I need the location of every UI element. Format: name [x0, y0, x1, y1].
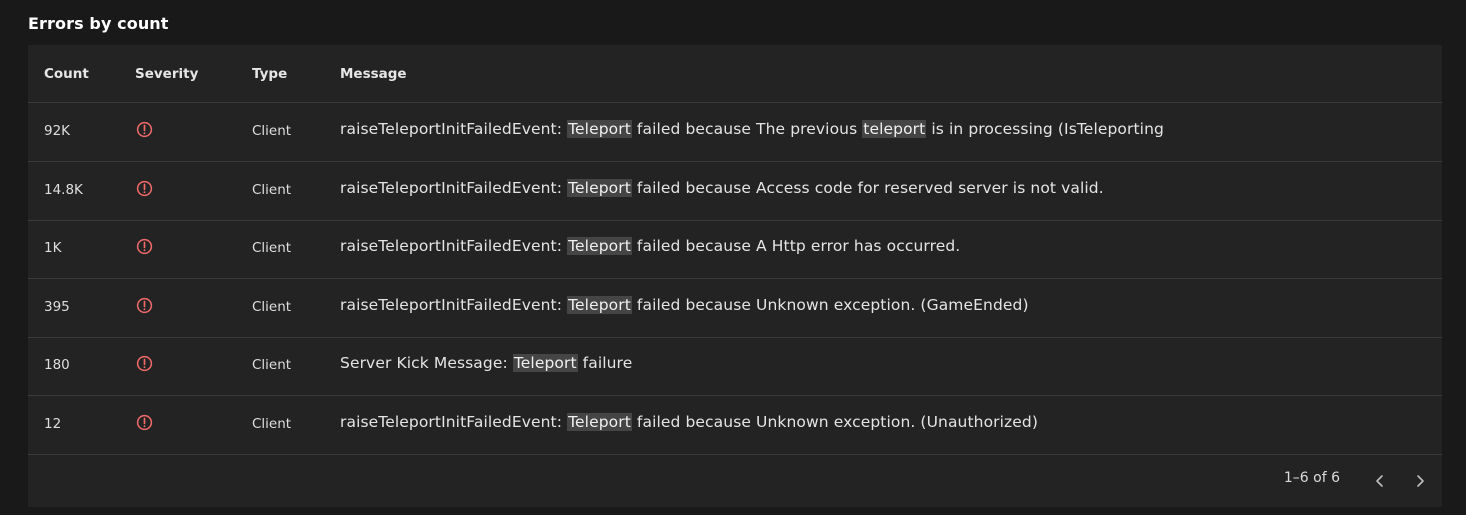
- search-highlight: Teleport: [512, 354, 578, 373]
- error-type: Client: [252, 357, 292, 374]
- error-count: 14.8K: [44, 181, 83, 198]
- error-type: Client: [252, 240, 292, 257]
- error-message[interactable]: raiseTeleportInitFailedEvent: Teleport f…: [340, 295, 1029, 314]
- table-row[interactable]: 395 Client raiseTeleportInitFailedEvent: T…: [28, 279, 1442, 338]
- table-row[interactable]: 92K Client raiseTeleportInitFailedEvent: T…: [28, 103, 1442, 162]
- error-icon: [136, 121, 153, 138]
- pagination: 1–6 of 6: [28, 454, 1442, 507]
- message-text: is in processing (IsTeleporting: [926, 120, 1164, 138]
- search-highlight: Teleport: [567, 413, 632, 431]
- next-page-button[interactable]: [1408, 469, 1432, 493]
- error-icon: [136, 239, 153, 255]
- column-header-severity[interactable]: Severity: [135, 66, 198, 82]
- message-text: failure: [577, 354, 633, 373]
- search-highlight: Teleport: [567, 237, 632, 256]
- chevron-right-icon: [1417, 475, 1424, 487]
- error-count: 1K: [44, 240, 62, 257]
- table-row[interactable]: 180 Client Server Kick Message: Teleport f…: [28, 337, 1442, 397]
- previous-page-button[interactable]: [1368, 469, 1392, 493]
- chevron-left-icon: [1376, 475, 1383, 487]
- message-text: failed because A Http error has occurred…: [631, 237, 961, 256]
- error-message[interactable]: Server Kick Message: Teleport failure: [340, 354, 633, 373]
- error-type: Client: [252, 416, 292, 432]
- error-type: Client: [252, 123, 292, 139]
- message-text: Server Kick Message:: [340, 354, 513, 373]
- column-header-message[interactable]: Message: [340, 66, 407, 82]
- error-type: Client: [252, 298, 292, 315]
- message-text: raiseTeleportInitFailedEvent:: [340, 120, 568, 138]
- error-icon: [136, 297, 153, 313]
- message-text: failed because Access code for reserved …: [631, 178, 1104, 197]
- error-count: 92K: [44, 123, 71, 139]
- message-text: raiseTeleportInitFailedEvent:: [340, 295, 568, 314]
- search-highlight: Teleport: [567, 120, 632, 138]
- search-highlight: Teleport: [567, 178, 632, 197]
- error-icon: [136, 356, 153, 372]
- error-type: Client: [252, 181, 292, 198]
- message-text: failed because The previous: [631, 120, 863, 138]
- message-text: failed because Unknown exception. (Unaut…: [631, 413, 1038, 431]
- column-header-type[interactable]: Type: [252, 66, 287, 82]
- search-highlight: teleport: [862, 120, 927, 138]
- column-header-count[interactable]: Count: [44, 66, 89, 82]
- error-count: 180: [44, 357, 70, 374]
- table-row[interactable]: 1K Client raiseTeleportInitFailedEvent: Te…: [28, 220, 1442, 280]
- message-text: raiseTeleportInitFailedEvent:: [340, 178, 568, 197]
- error-count: 12: [44, 416, 62, 432]
- message-text: failed because Unknown exception. (GameE…: [631, 295, 1029, 314]
- error-icon: [136, 414, 153, 431]
- error-icon: [136, 180, 153, 196]
- error-count: 395: [44, 298, 70, 315]
- table-header: Count Severity Type Message: [28, 45, 1442, 103]
- pagination-range: 1–6 of 6: [1283, 470, 1340, 486]
- error-message[interactable]: raiseTeleportInitFailedEvent: Teleport f…: [340, 413, 1038, 431]
- message-text: raiseTeleportInitFailedEvent:: [340, 413, 568, 431]
- error-message[interactable]: raiseTeleportInitFailedEvent: Teleport f…: [340, 178, 1104, 197]
- message-text: raiseTeleportInitFailedEvent:: [340, 237, 568, 256]
- error-message[interactable]: raiseTeleportInitFailedEvent: Teleport f…: [340, 237, 961, 256]
- section-title: Errors by count: [28, 14, 169, 33]
- table-row[interactable]: 12 Client raiseTeleportInitFailedEvent: Te…: [28, 396, 1442, 455]
- errors-table: Count Severity Type Message 92K Client rai…: [28, 45, 1442, 507]
- table-row[interactable]: 14.8K Client raiseTeleportInitFailedEvent:…: [28, 162, 1442, 221]
- search-highlight: Teleport: [567, 295, 632, 314]
- error-message[interactable]: raiseTeleportInitFailedEvent: Teleport f…: [340, 120, 1164, 138]
